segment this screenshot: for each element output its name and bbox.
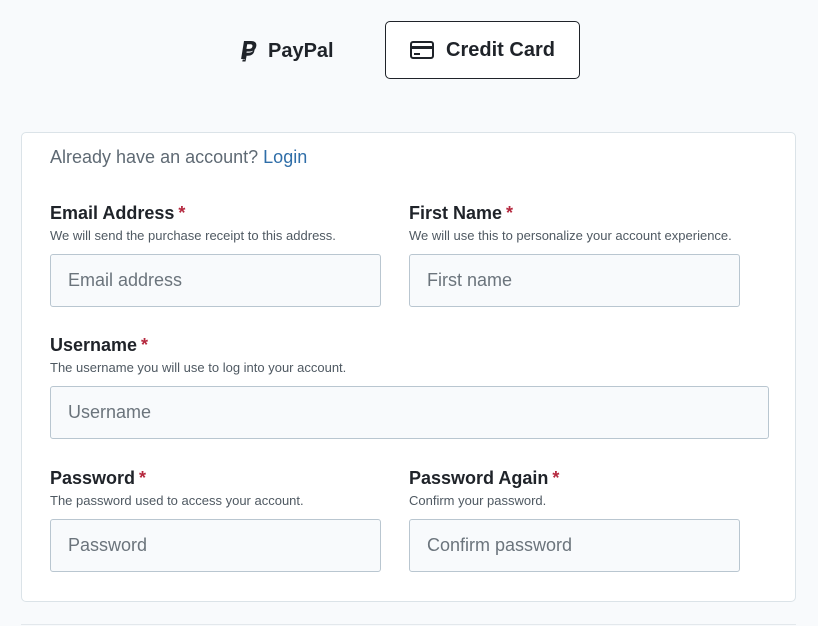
confirm-password-input[interactable]: [409, 519, 740, 572]
required-marker: *: [141, 335, 149, 355]
first-name-input[interactable]: [409, 254, 740, 307]
password-again-label: Password Again *: [409, 468, 560, 488]
credit-card-tab[interactable]: Credit Card: [385, 21, 580, 79]
required-marker: *: [139, 468, 147, 488]
first-name-field-group: First Name * We will use this to personal…: [409, 202, 740, 307]
payment-method-tabs: PayPal Credit Card: [0, 0, 818, 90]
required-marker: *: [506, 203, 514, 223]
first-name-label: First Name *: [409, 203, 514, 223]
username-label: Username *: [50, 335, 149, 355]
paypal-tab-label: PayPal: [268, 39, 334, 62]
account-form: Already have an account? Login Email Add…: [21, 132, 796, 602]
first-name-help-text: We will use this to personalize your acc…: [409, 228, 732, 243]
email-help-text: We will send the purchase receipt to thi…: [50, 228, 336, 243]
credit-card-icon: [410, 41, 435, 59]
email-label: Email Address *: [50, 203, 186, 223]
login-prompt-text: Already have an account?: [50, 147, 259, 167]
username-help-text: The username you will use to log into yo…: [50, 360, 347, 375]
username-field-group: Username * The username you will use to l…: [50, 334, 769, 439]
required-marker: *: [178, 203, 186, 223]
paypal-tab[interactable]: PayPal: [240, 38, 334, 64]
email-input[interactable]: [50, 254, 381, 307]
password-again-help-text: Confirm your password.: [409, 493, 547, 508]
required-marker: *: [552, 468, 560, 488]
password-label: Password *: [50, 468, 147, 488]
login-link[interactable]: Login: [263, 147, 307, 167]
password-help-text: The password used to access your account…: [50, 493, 304, 508]
email-field-group: Email Address * We will send the purchase…: [50, 202, 381, 307]
password-field-group: Password * The password used to access yo…: [50, 467, 381, 572]
paypal-icon: [240, 40, 258, 62]
login-prompt: Already have an account? Login: [50, 147, 307, 168]
password-again-field-group: Password Again * Confirm your password.: [409, 467, 740, 572]
section-divider: [21, 624, 796, 625]
username-input[interactable]: [50, 386, 769, 439]
credit-card-tab-label: Credit Card: [446, 38, 555, 61]
password-input[interactable]: [50, 519, 381, 572]
